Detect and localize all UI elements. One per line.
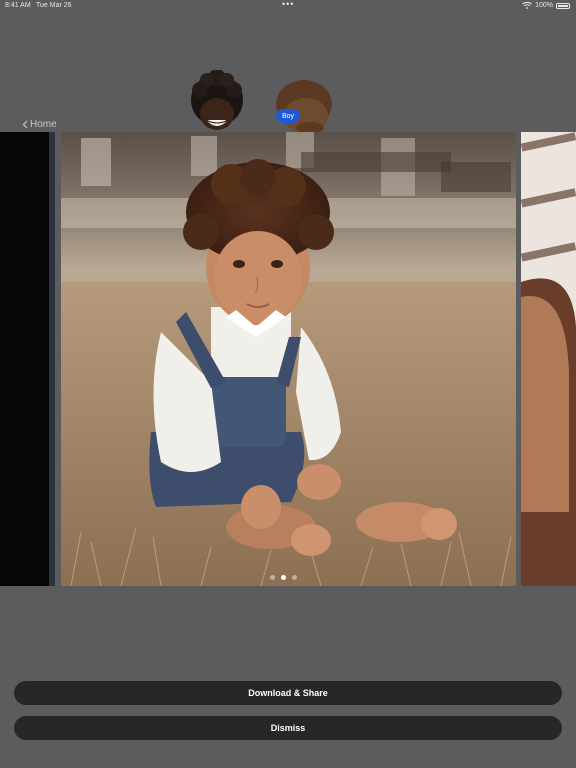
chevron-left-icon xyxy=(22,120,28,129)
back-label: Home xyxy=(30,119,57,130)
gender-badge: Boy xyxy=(276,109,300,123)
wifi-icon xyxy=(522,2,532,9)
previous-photo-peek[interactable] xyxy=(0,132,55,586)
page-dot[interactable] xyxy=(292,575,297,580)
back-button[interactable]: Home xyxy=(22,119,57,130)
multitasking-dots-icon[interactable]: ••• xyxy=(282,0,294,9)
avatar-option-2[interactable] xyxy=(270,70,334,132)
status-time: 8:41 AM xyxy=(5,2,31,9)
page-indicator[interactable] xyxy=(270,575,297,580)
previous-photo-edge xyxy=(49,132,55,586)
page-dot[interactable] xyxy=(270,575,275,580)
generated-baby-photo[interactable] xyxy=(61,132,516,586)
baby-photo-image xyxy=(61,132,516,586)
avatar-option-1[interactable] xyxy=(190,70,244,132)
avatar-image xyxy=(276,80,332,132)
next-photo-peek[interactable] xyxy=(521,132,576,586)
battery-percent: 100% xyxy=(535,2,553,9)
next-photo-image xyxy=(521,132,576,586)
battery-icon xyxy=(556,2,570,9)
status-date: Tue Mar 26 xyxy=(36,2,72,9)
photo-carousel[interactable] xyxy=(0,132,576,586)
status-indicators: 100% xyxy=(522,2,570,9)
avatar-image xyxy=(191,70,243,130)
page-dot-active[interactable] xyxy=(281,575,286,580)
dismiss-button[interactable]: Dismiss xyxy=(14,716,562,740)
download-share-button[interactable]: Download & Share xyxy=(14,681,562,705)
status-bar: 8:41 AM Tue Mar 26 ••• 100% xyxy=(0,0,576,12)
